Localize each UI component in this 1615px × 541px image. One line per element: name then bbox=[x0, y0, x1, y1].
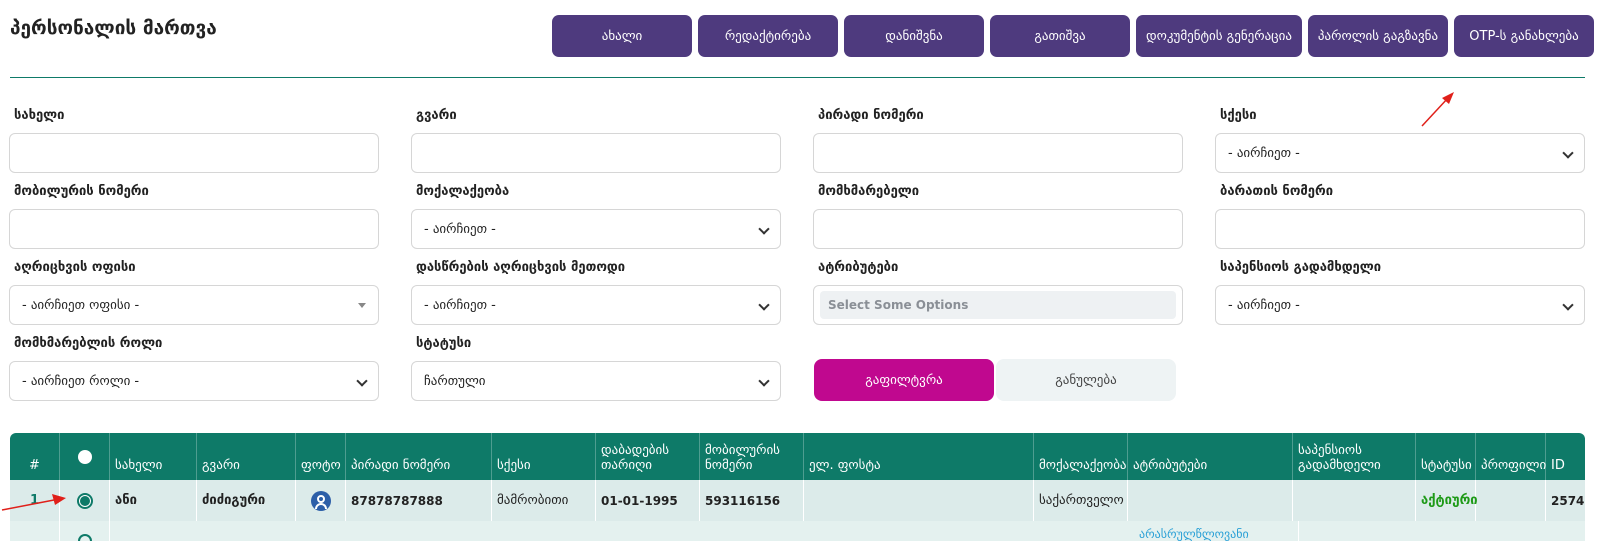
col-personal-number[interactable]: პირადი ნომერი bbox=[346, 433, 492, 480]
col-attributes[interactable]: ატრიბუტები bbox=[1128, 433, 1293, 480]
row-citizenship: საქართველო bbox=[1034, 480, 1128, 521]
registration-office-label: აღრიცხვის ოფისი bbox=[14, 260, 136, 275]
attributes-label: ატრიბუტები bbox=[818, 260, 899, 275]
table-row[interactable]: არასრულწლოვანი bbox=[10, 521, 1585, 541]
col-last-name[interactable]: გვარი bbox=[197, 433, 296, 480]
filter-button[interactable]: გაფილტვრა bbox=[814, 359, 994, 401]
user-label: მომხმარებელი bbox=[818, 184, 920, 199]
header-divider bbox=[10, 77, 1585, 78]
attributes-multiselect[interactable]: Select Some Options bbox=[813, 285, 1183, 325]
annotation-arrow-icon bbox=[1, 494, 66, 511]
user-input[interactable] bbox=[813, 209, 1183, 249]
row-email bbox=[804, 480, 1034, 521]
row-personal-number: 87878787888 bbox=[346, 480, 492, 521]
send-password-button[interactable]: პაროლის გაგზავნა bbox=[1308, 15, 1448, 57]
row-attributes bbox=[1128, 480, 1293, 521]
row-select-radio[interactable] bbox=[77, 534, 92, 541]
row-pension-payer bbox=[1293, 480, 1416, 521]
row-status: აქტიური bbox=[1416, 480, 1478, 521]
row-gender: მამრობითი bbox=[492, 480, 596, 521]
gender-select[interactable]: - აირჩიეთ - bbox=[1215, 133, 1585, 173]
table-header: # სახელი გვარი ფოტო პირადი ნომერი სქესი … bbox=[10, 433, 1585, 480]
personal-number-input[interactable] bbox=[813, 133, 1183, 173]
edit-button[interactable]: რედაქტირება bbox=[698, 15, 838, 57]
col-mobile[interactable]: მობილურის ნომერი bbox=[700, 433, 804, 480]
row-mobile: 593116156 bbox=[700, 480, 804, 521]
select-all-radio[interactable] bbox=[77, 449, 92, 464]
attendance-method-label: დასწრების აღრიცხვის მეთოდი bbox=[416, 260, 626, 275]
col-first-name[interactable]: სახელი bbox=[110, 433, 197, 480]
col-birth-date[interactable]: დაბადების თარიღი bbox=[596, 433, 700, 480]
attributes-placeholder: Select Some Options bbox=[820, 291, 1176, 319]
row-photo[interactable] bbox=[296, 480, 346, 521]
col-num: # bbox=[10, 433, 60, 480]
attendance-method-select[interactable]: - აირჩიეთ - bbox=[411, 285, 781, 325]
renew-otp-button[interactable]: OTP-ს განახლება bbox=[1454, 15, 1594, 57]
col-gender[interactable]: სქესი bbox=[492, 433, 596, 480]
col-profile: პროფილი bbox=[1476, 433, 1546, 480]
page-title: პერსონალის მართვა bbox=[10, 17, 217, 39]
col-status[interactable]: სტატუსი bbox=[1416, 433, 1476, 480]
pension-payer-label: საპენსიოს გადამხდელი bbox=[1220, 260, 1382, 275]
row-select-radio[interactable] bbox=[76, 492, 93, 509]
row-profile[interactable] bbox=[1476, 480, 1546, 521]
annotation-arrow-icon bbox=[1421, 92, 1454, 127]
status-select[interactable]: ჩართული bbox=[411, 361, 781, 401]
row-attributes-link[interactable]: არასრულწლოვანი bbox=[1134, 521, 1299, 541]
registration-office-select[interactable]: - აირჩიეთ ოფისი - bbox=[9, 285, 379, 325]
row-birth-date: 01-01-1995 bbox=[596, 480, 700, 521]
disable-button[interactable]: გათიშვა bbox=[990, 15, 1130, 57]
row-num bbox=[10, 521, 60, 541]
col-id[interactable]: ID bbox=[1546, 433, 1585, 480]
row-first-name: ანი bbox=[110, 480, 197, 521]
gender-label: სქესი bbox=[1220, 108, 1257, 123]
first-name-input[interactable] bbox=[9, 133, 379, 173]
personnel-table: # სახელი გვარი ფოტო პირადი ნომერი სქესი … bbox=[10, 433, 1585, 541]
col-citizenship[interactable]: მოქალაქეობა bbox=[1034, 433, 1128, 480]
last-name-input[interactable] bbox=[411, 133, 781, 173]
col-pension-payer[interactable]: საპენსიოს გადამხდელი bbox=[1293, 433, 1416, 480]
status-label: სტატუსი bbox=[416, 336, 472, 351]
new-button[interactable]: ახალი bbox=[552, 15, 692, 57]
user-avatar-icon[interactable] bbox=[310, 490, 331, 511]
card-number-input[interactable] bbox=[1215, 209, 1585, 249]
row-select-cell[interactable] bbox=[60, 521, 110, 541]
reset-button[interactable]: განულება bbox=[996, 359, 1176, 401]
assign-button[interactable]: დანიშვნა bbox=[844, 15, 984, 57]
mobile-input[interactable] bbox=[9, 209, 379, 249]
toolbar: ახალი რედაქტირება დანიშვნა გათიშვა დოკუმ… bbox=[552, 15, 1594, 57]
last-name-label: გვარი bbox=[416, 108, 457, 123]
mobile-label: მობილურის ნომერი bbox=[14, 184, 149, 199]
user-role-select[interactable]: - აირჩიეთ როლი - bbox=[9, 361, 379, 401]
table-row[interactable]: 1 ანი ძიძიგური 87878787888 მამრობითი 01-… bbox=[10, 480, 1585, 521]
row-id: 2574 bbox=[1551, 493, 1585, 508]
col-photo: ფოტო bbox=[296, 433, 346, 480]
generate-document-button[interactable]: დოკუმენტის გენერაცია bbox=[1136, 15, 1302, 57]
citizenship-label: მოქალაქეობა bbox=[416, 184, 510, 199]
col-select[interactable] bbox=[60, 433, 110, 480]
first-name-label: სახელი bbox=[14, 108, 65, 123]
citizenship-select[interactable]: - აირჩიეთ - bbox=[411, 209, 781, 249]
pension-payer-select[interactable]: - აირჩიეთ - bbox=[1215, 285, 1585, 325]
card-number-label: ბარათის ნომერი bbox=[1220, 184, 1334, 199]
user-role-label: მომხმარებლის როლი bbox=[14, 336, 163, 351]
row-spacer bbox=[110, 521, 1134, 541]
col-email[interactable]: ელ. ფოსტა bbox=[804, 433, 1034, 480]
row-last-name: ძიძიგური bbox=[197, 480, 296, 521]
personal-number-label: პირადი ნომერი bbox=[818, 108, 924, 123]
